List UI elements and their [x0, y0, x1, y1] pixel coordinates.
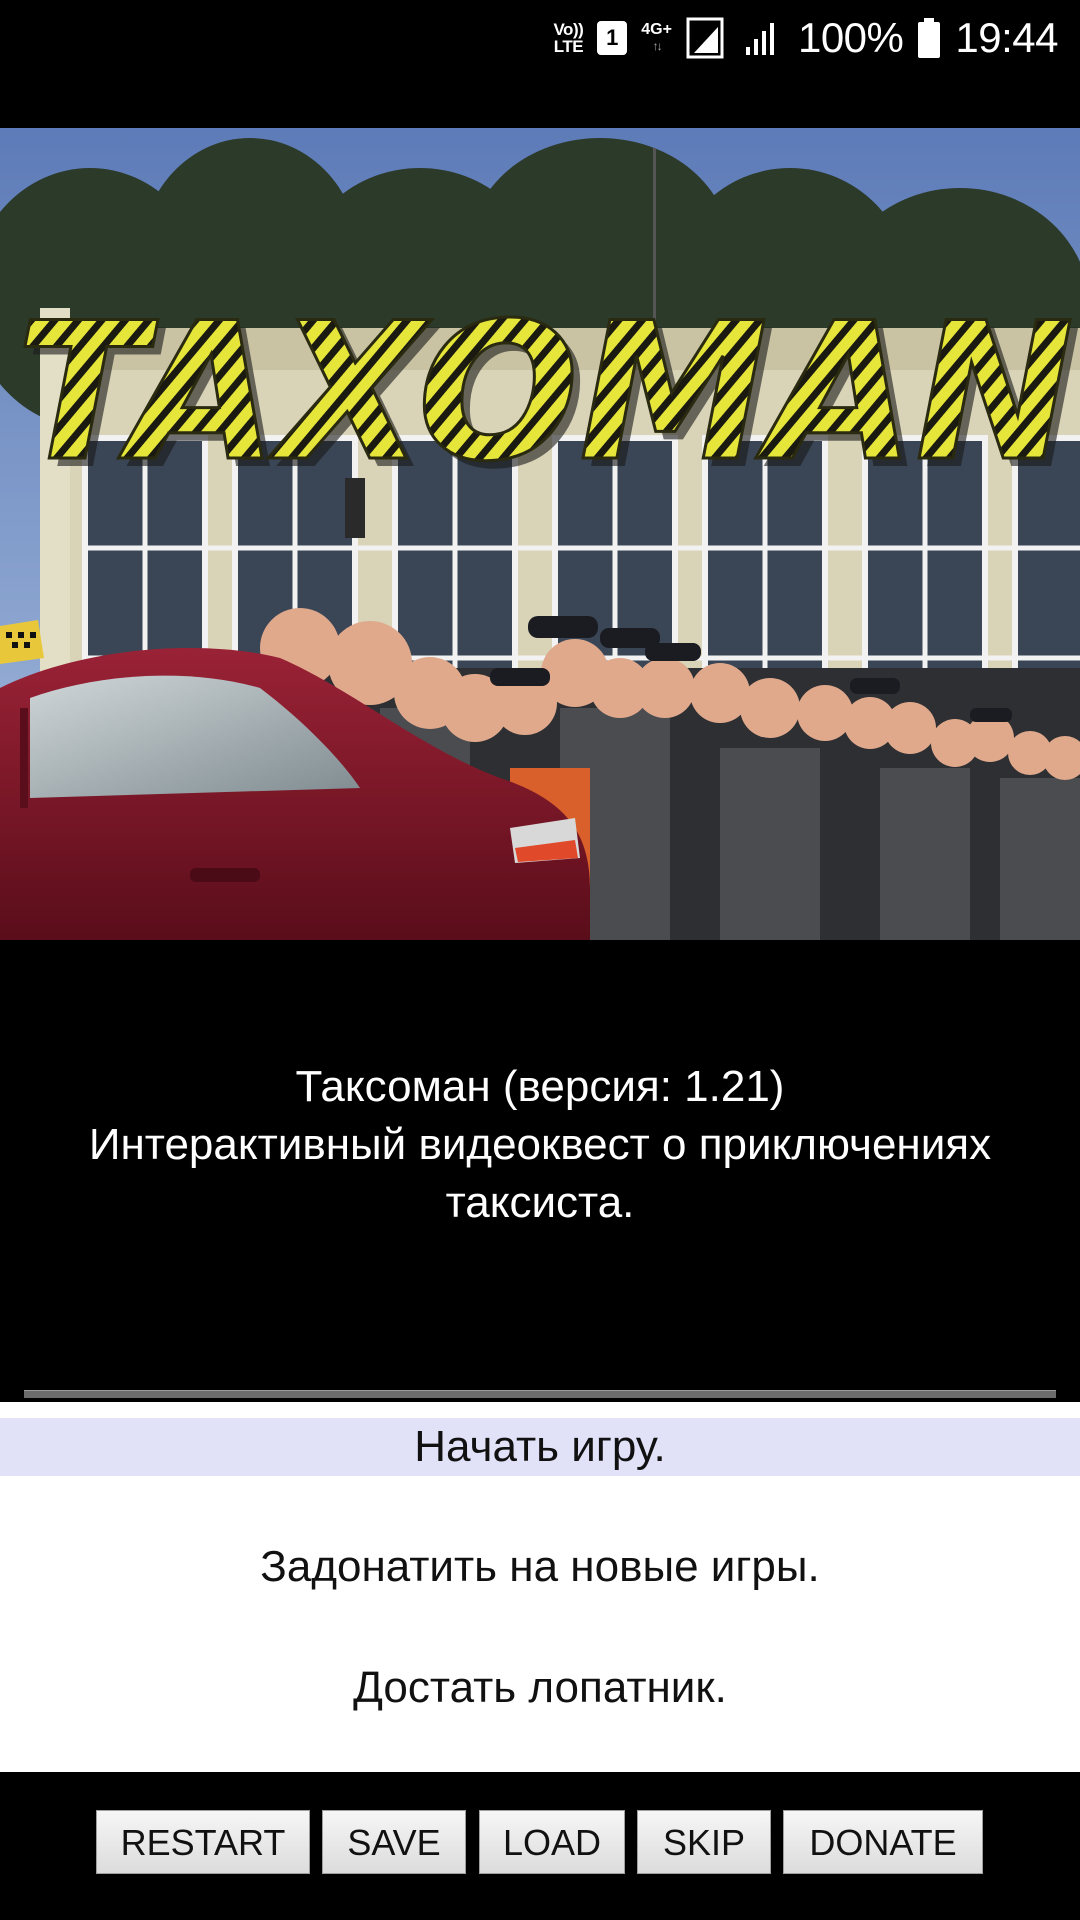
- game-title-version: Таксоман (версия: 1.21): [295, 1062, 785, 1111]
- network-type-icon: 4G+ ↑↓: [641, 22, 672, 54]
- bottom-toolbar: RESTART SAVE LOAD SKIP DONATE: [0, 1772, 1080, 1920]
- menu-item-wallet[interactable]: Достать лопатник.: [0, 1659, 1080, 1717]
- status-icons: Vo)) LTE 1 4G+ ↑↓ 100% 19:44: [553, 0, 1058, 76]
- title-screen-image: TAXOMAN TAXOMAN: [0, 128, 1080, 940]
- volte-bottom-label: LTE: [553, 37, 584, 56]
- logo-text: TAXOMAN: [16, 282, 1074, 503]
- volte-top-label: Vo)): [553, 20, 584, 39]
- divider: [24, 1390, 1056, 1398]
- menu-item-donate[interactable]: Задонатить на новые игры.: [0, 1538, 1080, 1596]
- choice-menu: Начать игру. Задонатить на новые игры. Д…: [0, 1402, 1080, 1772]
- network-type-label: 4G+: [641, 21, 672, 38]
- restart-button[interactable]: RESTART: [96, 1810, 310, 1874]
- status-bar: Vo)) LTE 1 4G+ ↑↓ 100% 19:44: [0, 0, 1080, 76]
- battery-icon: [918, 18, 941, 58]
- menu-item-start-game[interactable]: Начать игру.: [0, 1418, 1080, 1476]
- volte-icon: Vo)) LTE: [553, 21, 583, 55]
- clock: 19:44: [955, 14, 1058, 61]
- game-screen: Vo)) LTE 1 4G+ ↑↓ 100% 19:44 TAXOMAN TAX…: [0, 0, 1080, 1920]
- game-description: Таксоман (версия: 1.21) Интерактивный ви…: [0, 1058, 1080, 1232]
- signal-sim2-icon: [745, 23, 774, 55]
- title-artwork: TAXOMAN TAXOMAN: [0, 128, 1080, 940]
- save-button[interactable]: SAVE: [322, 1810, 466, 1874]
- donate-button[interactable]: DONATE: [783, 1810, 983, 1874]
- battery-percent: 100%: [797, 14, 904, 61]
- sim-icon: 1: [597, 21, 628, 55]
- signal-sim1-icon: [686, 17, 724, 59]
- game-subtitle: Интерактивный видеоквест о приключениях: [88, 1120, 992, 1169]
- data-activity-icon: ↑↓: [652, 39, 663, 53]
- load-button[interactable]: LOAD: [479, 1810, 625, 1874]
- game-subtitle-cont: таксиста.: [445, 1178, 635, 1227]
- skip-button[interactable]: SKIP: [637, 1810, 771, 1874]
